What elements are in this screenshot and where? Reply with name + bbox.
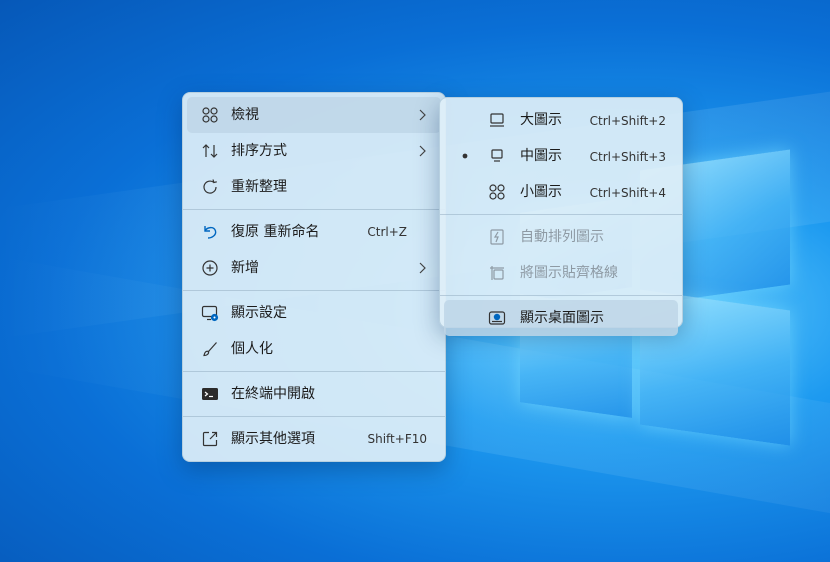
shortcut-hint: Ctrl+Z <box>367 225 407 239</box>
menu-separator <box>440 295 682 296</box>
menu-item-show-more-options[interactable]: 顯示其他選項 Shift+F10 <box>187 421 441 457</box>
menu-separator <box>183 209 445 210</box>
menu-item-personalize[interactable]: 個人化 <box>187 331 441 367</box>
chevron-right-icon <box>417 261 427 275</box>
menu-item-label: 新增 <box>231 260 259 276</box>
desktop-icons-checked-icon <box>488 309 506 327</box>
chevron-right-icon <box>417 108 427 122</box>
open-external-icon <box>201 430 219 448</box>
submenu-item-label: 大圖示 <box>520 112 562 128</box>
menu-item-new[interactable]: 新增 <box>187 250 441 286</box>
shortcut-hint: Ctrl+Shift+2 <box>589 114 666 128</box>
submenu-item-label: 自動排列圖示 <box>520 229 604 245</box>
shortcut-hint: Ctrl+Shift+3 <box>589 150 666 164</box>
submenu-item-label: 小圖示 <box>520 184 562 200</box>
menu-item-open-in-terminal[interactable]: 在終端中開啟 <box>187 376 441 412</box>
menu-item-label: 檢視 <box>231 107 259 123</box>
undo-icon <box>201 223 219 241</box>
desktop-context-menu: 檢視 排序方式 重新整理 復原 重新命名 Ctrl+Z 新增 顯示設定 個人化 … <box>182 92 446 462</box>
menu-separator <box>183 416 445 417</box>
menu-item-label: 個人化 <box>231 341 273 357</box>
sort-arrows-icon <box>201 142 219 160</box>
menu-item-label: 顯示其他選項 <box>231 431 315 447</box>
menu-item-label: 重新整理 <box>231 179 287 195</box>
refresh-icon <box>201 178 219 196</box>
menu-item-view[interactable]: 檢視 <box>187 97 441 133</box>
terminal-icon <box>201 385 219 403</box>
submenu-item-medium-icons[interactable]: 中圖示 Ctrl+Shift+3 <box>444 138 678 174</box>
submenu-item-show-desktop-icons[interactable]: 顯示桌面圖示 <box>444 300 678 336</box>
menu-item-refresh[interactable]: 重新整理 <box>187 169 441 205</box>
submenu-item-label: 中圖示 <box>520 148 562 164</box>
menu-separator <box>440 214 682 215</box>
menu-separator <box>183 371 445 372</box>
shortcut-hint: Ctrl+Shift+4 <box>589 186 666 200</box>
submenu-item-small-icons[interactable]: 小圖示 Ctrl+Shift+4 <box>444 174 678 210</box>
submenu-item-auto-arrange[interactable]: 自動排列圖示 <box>444 219 678 255</box>
add-circle-icon <box>201 259 219 277</box>
menu-item-sort-by[interactable]: 排序方式 <box>187 133 441 169</box>
medium-icons-icon <box>488 147 506 165</box>
menu-item-label: 排序方式 <box>231 143 287 159</box>
view-submenu: 大圖示 Ctrl+Shift+2 中圖示 Ctrl+Shift+3 小圖示 Ct… <box>439 97 683 336</box>
submenu-item-align-to-grid[interactable]: 將圖示貼齊格線 <box>444 255 678 291</box>
small-icons-icon <box>488 183 506 201</box>
menu-item-undo-rename[interactable]: 復原 重新命名 Ctrl+Z <box>187 214 441 250</box>
display-settings-icon <box>201 304 219 322</box>
grid-icon <box>201 106 219 124</box>
selected-bullet-icon <box>460 151 470 161</box>
submenu-item-large-icons[interactable]: 大圖示 Ctrl+Shift+2 <box>444 102 678 138</box>
auto-arrange-icon <box>488 228 506 246</box>
align-grid-icon <box>488 264 506 282</box>
menu-item-label: 顯示設定 <box>231 305 287 321</box>
large-icons-icon <box>488 111 506 129</box>
menu-separator <box>183 290 445 291</box>
brush-icon <box>201 340 219 358</box>
menu-item-label: 復原 重新命名 <box>231 224 320 240</box>
shortcut-hint: Shift+F10 <box>367 432 427 446</box>
chevron-right-icon <box>417 144 427 158</box>
menu-item-display-settings[interactable]: 顯示設定 <box>187 295 441 331</box>
menu-item-label: 在終端中開啟 <box>231 386 315 402</box>
submenu-item-label: 顯示桌面圖示 <box>520 310 604 326</box>
submenu-item-label: 將圖示貼齊格線 <box>520 265 618 281</box>
